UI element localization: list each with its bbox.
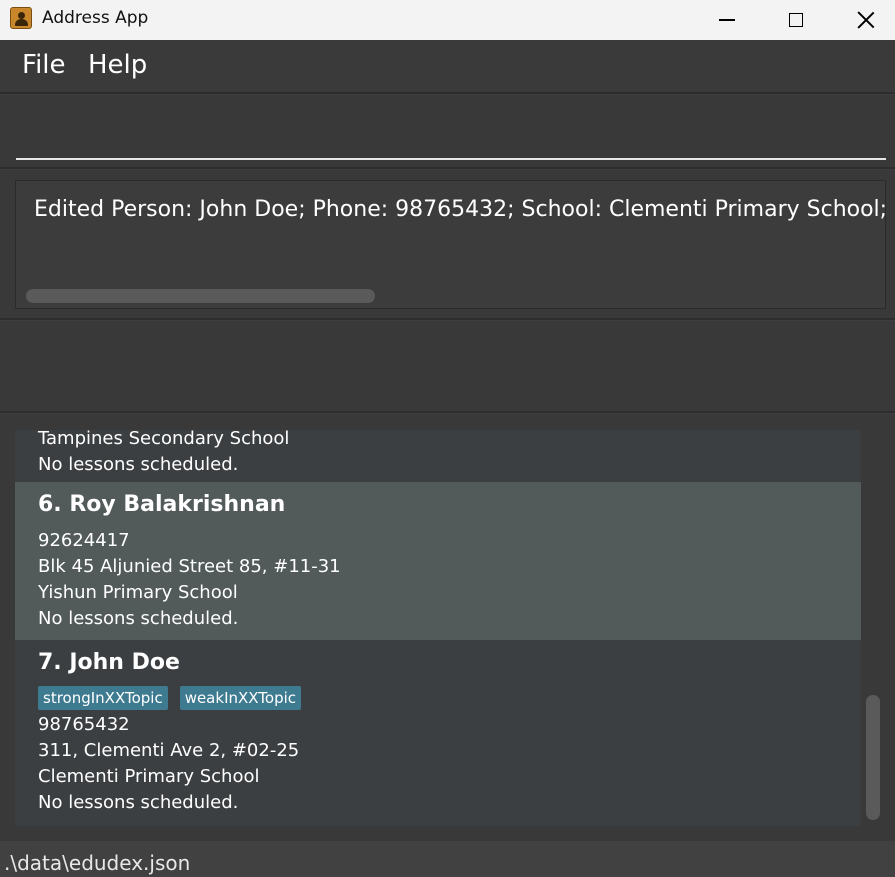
tag-label: strongInXXTopic [38, 686, 168, 710]
person-list[interactable]: Tampines Secondary School No lessons sch… [15, 430, 861, 826]
title-bar: Address App [0, 0, 895, 40]
person-card-john-doe[interactable]: 7. John Doe strongInXXTopic weakInXXTopi… [15, 640, 861, 826]
close-icon [857, 11, 875, 29]
person-lessons: No lessons scheduled. [38, 792, 239, 813]
menu-file[interactable]: File [22, 50, 66, 80]
person-card-roy-balakrishnan[interactable]: 6. Roy Balakrishnan 92624417 Blk 45 Alju… [15, 482, 861, 640]
minimize-icon [719, 19, 735, 21]
command-input[interactable] [16, 105, 886, 160]
person-address: 311, Clementi Ave 2, #02-25 [38, 740, 300, 761]
vertical-scrollbar-thumb[interactable] [866, 695, 880, 820]
person-card-partial[interactable]: Tampines Secondary School No lessons sch… [15, 430, 861, 482]
person-phone: 92624417 [38, 530, 130, 551]
person-lessons: No lessons scheduled. [38, 608, 239, 629]
person-phone: 98765432 [38, 714, 130, 735]
menu-help[interactable]: Help [88, 50, 147, 80]
command-box [0, 95, 895, 169]
person-school: Clementi Primary School [38, 766, 260, 787]
result-text: Edited Person: John Doe; Phone: 98765432… [34, 197, 886, 222]
result-display[interactable]: Edited Person: John Doe; Phone: 98765432… [15, 180, 886, 309]
blank-panel [0, 321, 895, 413]
person-school: Tampines Secondary School [38, 430, 290, 449]
status-bar: .\data\edudex.json [0, 841, 895, 877]
person-lessons: No lessons scheduled. [38, 454, 239, 475]
close-button[interactable] [843, 0, 889, 40]
person-school: Yishun Primary School [38, 582, 238, 603]
save-location-path: .\data\edudex.json [4, 851, 191, 875]
maximize-icon [789, 13, 803, 27]
address-book-icon [10, 7, 32, 29]
result-display-panel: Edited Person: John Doe; Phone: 98765432… [0, 170, 895, 320]
window-title: Address App [42, 8, 149, 28]
tag-list: strongInXXTopic weakInXXTopic [38, 684, 861, 712]
person-name: 6. Roy Balakrishnan [38, 492, 286, 517]
minimize-button[interactable] [704, 0, 750, 40]
person-address: Blk 45 Aljunied Street 85, #11-31 [38, 556, 341, 577]
menu-bar: File Help [0, 40, 895, 94]
horizontal-scrollbar-thumb[interactable] [26, 289, 375, 303]
tag-label: weakInXXTopic [179, 686, 302, 710]
person-name: 7. John Doe [38, 650, 180, 675]
maximize-button[interactable] [773, 0, 819, 40]
person-list-panel: Tampines Secondary School No lessons sch… [0, 414, 895, 841]
